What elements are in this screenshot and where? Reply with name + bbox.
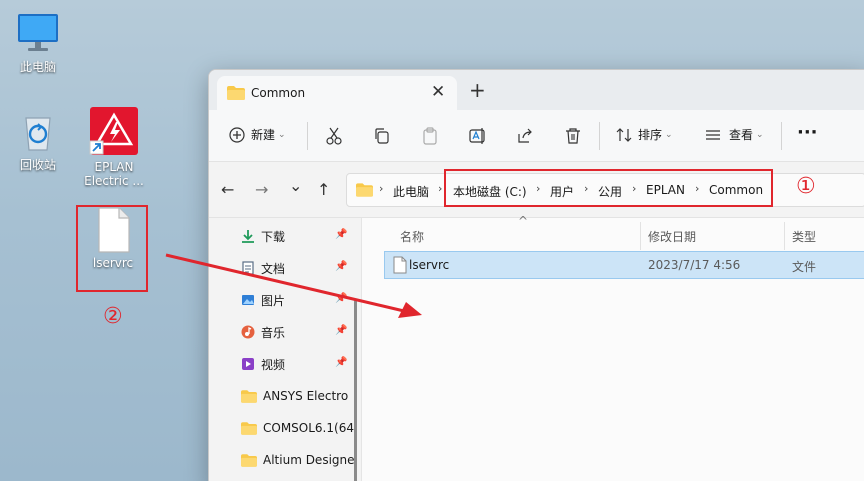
- drag-arrow-annotation: [165, 253, 422, 318]
